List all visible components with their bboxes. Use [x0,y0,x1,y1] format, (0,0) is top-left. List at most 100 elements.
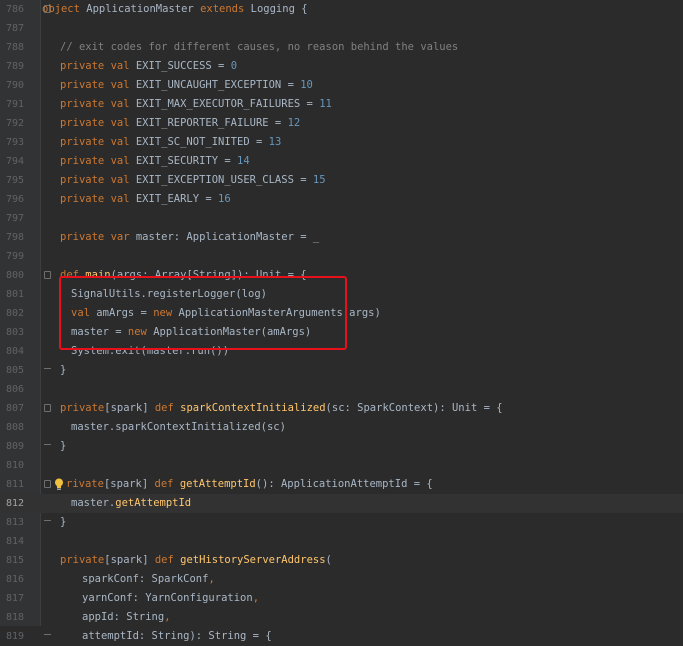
code-line[interactable]: 803 master = new ApplicationMaster(amArgs… [0,323,683,342]
line-number: 801 [6,289,25,300]
code-text[interactable]: private val EXIT_REPORTER_FAILURE = 12 [60,114,300,133]
code-line[interactable]: 802 val amArgs = new ApplicationMasterArg… [0,304,683,323]
code-line[interactable]: 793 private val EXIT_SC_NOT_INITED = 13 [0,133,683,152]
code-text[interactable]: val amArgs = new ApplicationMasterArgume… [71,304,381,323]
fold-end-icon[interactable] [44,518,51,526]
code-line[interactable]: 801 SignalUtils.registerLogger(log) [0,285,683,304]
code-line[interactable]: 814 [0,532,683,551]
code-line[interactable]: 787 [0,19,683,38]
code-line[interactable]: 791 private val EXIT_MAX_EXECUTOR_FAILURE… [0,95,683,114]
code-line[interactable]: 816 sparkConf: SparkConf, [0,570,683,589]
code-line[interactable]: 805} [0,361,683,380]
code-text[interactable]: System.exit(master.run()) [71,342,229,361]
code-text[interactable]: attemptId: String): String = { [82,627,272,646]
code-text[interactable]: private val EXIT_SECURITY = 14 [60,152,250,171]
code-token: } [60,440,67,452]
code-line[interactable]: 795 private val EXIT_EXCEPTION_USER_CLASS… [0,171,683,190]
code-line[interactable]: 806 [0,380,683,399]
line-number: 809 [6,441,25,452]
code-text[interactable]: private val EXIT_UNCAUGHT_EXCEPTION = 10 [60,76,313,95]
code-line[interactable]: 790 private val EXIT_UNCAUGHT_EXCEPTION =… [0,76,683,95]
code-text[interactable]: private val EXIT_EXCEPTION_USER_CLASS = … [60,171,326,190]
code-line[interactable]: 812 master.getAttemptId [0,494,683,513]
line-number: 798 [6,232,25,243]
code-token: master = [71,326,128,338]
code-line[interactable]: 799 [0,247,683,266]
code-line[interactable]: 789 private val EXIT_SUCCESS = 0 [0,57,683,76]
code-text[interactable]: object ApplicationMaster extends Logging… [42,0,308,19]
code-text[interactable]: } [60,437,66,456]
code-text[interactable]: } [60,513,66,532]
code-text[interactable]: } [60,361,66,380]
code-text[interactable]: master.getAttemptId [71,494,191,513]
code-token: EXIT_MAX_EXECUTOR_FAILURES = [135,98,320,110]
fold-end-icon[interactable] [44,442,51,450]
code-text[interactable]: private var master: ApplicationMaster = … [60,228,319,247]
code-token: 10 [300,79,313,91]
code-token: sparkContextInitialized [180,402,326,414]
fold-icon[interactable] [44,404,51,412]
lightbulb-icon[interactable] [54,478,64,491]
line-number: 810 [6,460,25,471]
code-token: appId: String [82,611,165,623]
code-line[interactable]: 811 rivate[spark] def getAttemptId(): App… [0,475,683,494]
code-line[interactable]: 815 private[spark] def getHistoryServerAd… [0,551,683,570]
code-text[interactable]: SignalUtils.registerLogger(log) [71,285,267,304]
code-text[interactable]: rivate[spark] def getAttemptId(): Applic… [66,475,433,494]
code-line[interactable]: 786 object ApplicationMaster extends Logg… [0,0,683,19]
line-number: 796 [6,194,25,205]
code-text[interactable]: master = new ApplicationMaster(amArgs) [71,323,311,342]
code-line[interactable]: 804 System.exit(master.run()) [0,342,683,361]
code-line[interactable]: 810 [0,456,683,475]
code-text[interactable]: sparkConf: SparkConf, [82,570,215,589]
code-text[interactable]: appId: String, [82,608,171,627]
code-line[interactable]: 788 // exit codes for different causes, n… [0,38,683,57]
code-line[interactable]: 798 private var master: ApplicationMaster… [0,228,683,247]
code-token: [spark] [103,478,155,490]
code-line[interactable]: 808 master.sparkContextInitialized(sc) [0,418,683,437]
code-text[interactable]: master.sparkContextInitialized(sc) [71,418,286,437]
code-token: def [154,402,181,414]
code-line[interactable]: 792 private val EXIT_REPORTER_FAILURE = 1… [0,114,683,133]
code-area[interactable]: 786 object ApplicationMaster extends Logg… [0,0,683,646]
code-line[interactable]: 819 attemptId: String): String = { [0,627,683,646]
code-editor[interactable]: 786 object ApplicationMaster extends Logg… [0,0,683,642]
code-token: } [60,364,67,376]
code-text[interactable]: private[spark] def getHistoryServerAddre… [60,551,332,570]
code-token: 13 [268,136,282,148]
code-text[interactable]: private[spark] def sparkContextInitializ… [60,399,503,418]
line-number: 792 [6,118,25,129]
code-line[interactable]: 797 [0,209,683,228]
fold-icon[interactable] [44,480,51,488]
code-token: EXIT_REPORTER_FAILURE = [135,117,288,129]
code-token: 14 [237,155,250,167]
fold-icon[interactable] [44,271,51,279]
code-text[interactable]: yarnConf: YarnConfiguration, [82,589,259,608]
code-token: [spark] [104,554,155,566]
code-token: 0 [230,60,238,72]
code-text[interactable]: // exit codes for different causes, no r… [60,38,458,57]
line-number: 807 [6,403,25,414]
code-text[interactable]: private val EXIT_MAX_EXECUTOR_FAILURES =… [60,95,332,114]
code-line[interactable]: 809} [0,437,683,456]
code-text[interactable]: def main(args: Array[String]): Unit = { [60,266,307,285]
code-line[interactable]: 818 appId: String, [0,608,683,627]
code-token: Logging { [250,3,308,15]
code-token: 16 [218,193,231,205]
code-line[interactable]: 813} [0,513,683,532]
code-line[interactable]: 817 yarnConf: YarnConfiguration, [0,589,683,608]
code-line[interactable]: 794 private val EXIT_SECURITY = 14 [0,152,683,171]
fold-end-icon[interactable] [44,632,51,640]
code-token: , [252,592,260,604]
code-text[interactable]: private val EXIT_SUCCESS = 0 [60,57,237,76]
code-token: getAttemptId [115,497,192,509]
code-line[interactable]: 796 private val EXIT_EARLY = 16 [0,190,683,209]
line-number: 802 [6,308,25,319]
code-text[interactable]: private val EXIT_SC_NOT_INITED = 13 [60,133,281,152]
code-line[interactable]: 800 def main(args: Array[String]): Unit =… [0,266,683,285]
code-text[interactable]: private val EXIT_EARLY = 16 [60,190,231,209]
fold-end-icon[interactable] [44,366,51,374]
code-line[interactable]: 807 private[spark] def sparkContextInitia… [0,399,683,418]
code-token: EXIT_SUCCESS = [135,60,231,72]
line-number: 793 [6,137,25,148]
